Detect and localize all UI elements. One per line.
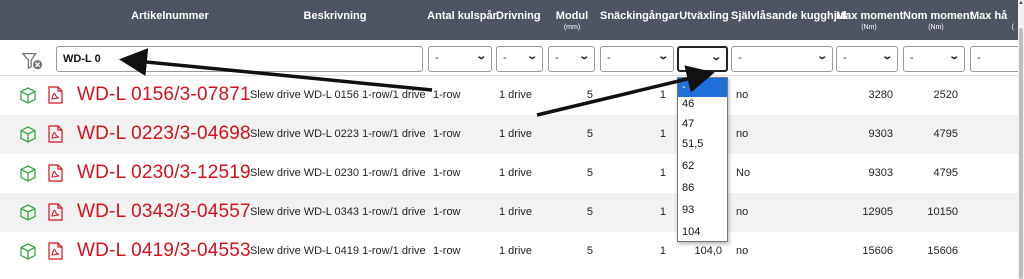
- arrow-to-ratio-select: [536, 65, 715, 117]
- vertical-scrollbar[interactable]: [1018, 0, 1024, 279]
- arrow-to-text-filter: [119, 48, 433, 92]
- annotation-arrows: [119, 48, 715, 117]
- scroll-up-icon[interactable]: ▲: [1018, 0, 1024, 8]
- scrollbar-thumb[interactable]: [1019, 28, 1023, 279]
